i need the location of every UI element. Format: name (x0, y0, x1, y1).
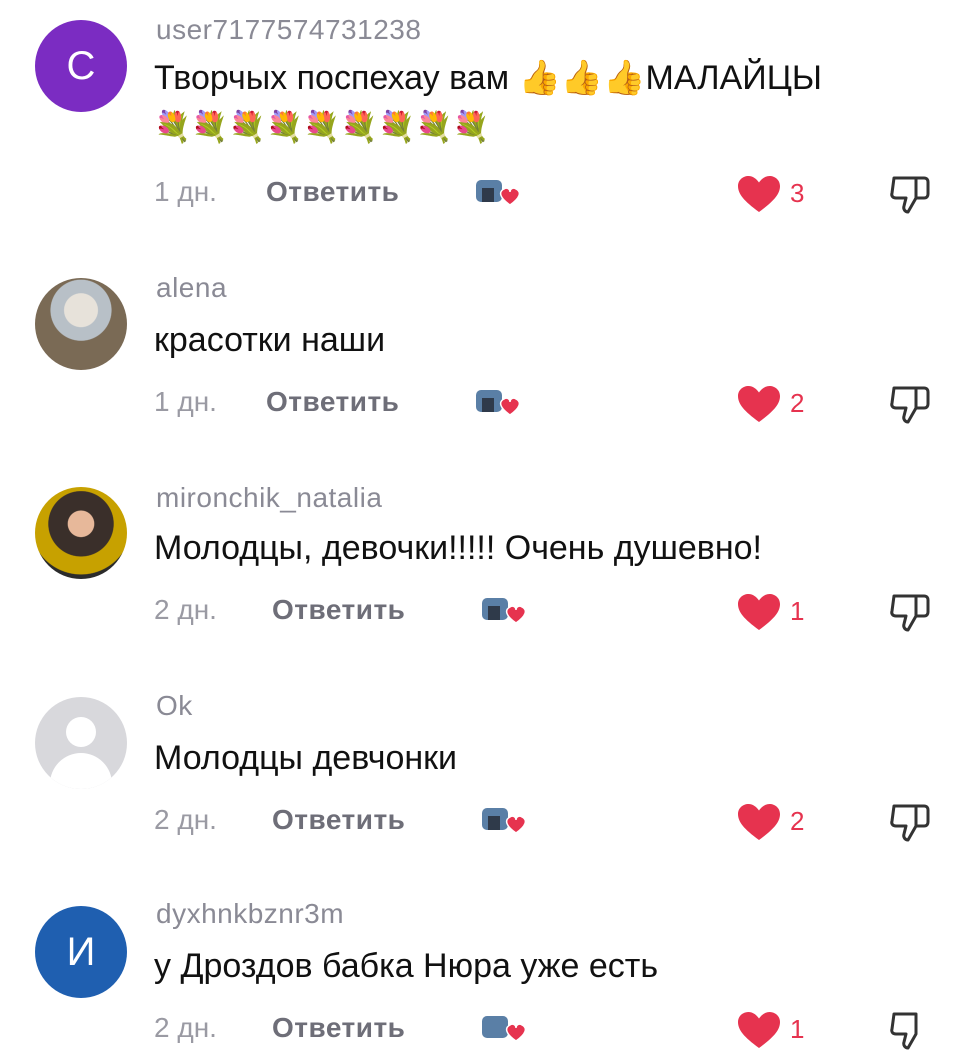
like-count: 2 (790, 806, 805, 836)
dislike-button[interactable] (888, 382, 932, 426)
comment-time: 2 дн. (154, 594, 217, 625)
comment-username[interactable]: dyxhnkbznr3m (156, 898, 344, 930)
reply-button[interactable]: Ответить (266, 386, 399, 418)
dislike-button[interactable] (888, 1008, 932, 1052)
creator-liked-icon (474, 172, 526, 212)
default-avatar-body (50, 753, 112, 789)
comment-username[interactable]: Ok (156, 690, 193, 722)
comment-actions: 1 дн. Ответить 2 (154, 382, 944, 426)
dislike-button[interactable] (888, 590, 932, 634)
comment-actions: 2 дн. Ответить 2 (154, 800, 944, 844)
comment-username[interactable]: user7177574731238 (156, 14, 421, 46)
comment-time: 2 дн. (154, 804, 217, 835)
creator-liked-icon (480, 800, 532, 840)
like-count: 3 (790, 178, 805, 208)
comment-text: у Дроздов бабка Нюра уже есть (154, 947, 659, 985)
heart-icon (738, 594, 780, 630)
comment-time: 1 дн. (154, 176, 217, 207)
like-button[interactable]: 1 (736, 592, 826, 632)
avatar-letter: И (66, 929, 96, 974)
like-button[interactable]: 2 (736, 384, 826, 424)
avatar-letter: C (66, 43, 96, 88)
creator-liked-icon (480, 1008, 532, 1048)
creator-liked-icon (480, 590, 532, 630)
comment-time: 2 дн. (154, 1012, 217, 1043)
comment-emoji-line: 💐💐💐💐💐💐💐💐💐 (154, 111, 491, 144)
comment-text: красотки наши (154, 321, 386, 359)
avatar[interactable]: C (35, 20, 127, 112)
comment-text: Молодцы девчонки (154, 739, 457, 777)
thumbs-down-icon (890, 176, 930, 214)
creator-liked-icon (474, 382, 526, 422)
reply-button[interactable]: Ответить (272, 1012, 405, 1044)
comment-actions: 1 дн. Ответить 3 (154, 172, 944, 216)
like-button[interactable]: 1 (736, 1010, 826, 1050)
heart-icon (738, 804, 780, 840)
thumbs-down-icon (890, 804, 930, 842)
dislike-button[interactable] (888, 800, 932, 844)
heart-icon (738, 1012, 780, 1048)
like-count: 1 (790, 1014, 805, 1044)
comment-username[interactable]: alena (156, 272, 227, 304)
like-button[interactable]: 3 (736, 174, 826, 214)
reply-button[interactable]: Ответить (272, 804, 405, 836)
thumbs-down-icon (890, 386, 930, 424)
dislike-button[interactable] (888, 172, 932, 216)
comment-username[interactable]: mironchik_natalia (156, 482, 382, 514)
reply-button[interactable]: Ответить (266, 176, 399, 208)
default-avatar-head (66, 717, 96, 747)
like-button[interactable]: 2 (736, 802, 826, 842)
thumbs-down-icon (890, 594, 930, 632)
like-count: 2 (790, 388, 805, 418)
heart-icon (738, 176, 780, 212)
comment-actions: 2 дн. Ответить 1 (154, 590, 944, 634)
like-count: 1 (790, 596, 805, 626)
comment-text: Молодцы, девочки!!!!! Очень душевно! (154, 529, 762, 567)
reply-button[interactable]: Ответить (272, 594, 405, 626)
comment-time: 1 дн. (154, 386, 217, 417)
thumbs-down-icon (890, 1012, 918, 1050)
comment-text: Творчых поспехау вам 👍👍👍МАЛАЙЦЫ (154, 59, 822, 97)
avatar[interactable] (35, 487, 127, 579)
comment-actions: 2 дн. Ответить 1 (154, 1008, 944, 1052)
avatar[interactable] (35, 697, 127, 789)
avatar[interactable]: И (35, 906, 127, 998)
avatar[interactable] (35, 278, 127, 370)
heart-icon (738, 386, 780, 422)
